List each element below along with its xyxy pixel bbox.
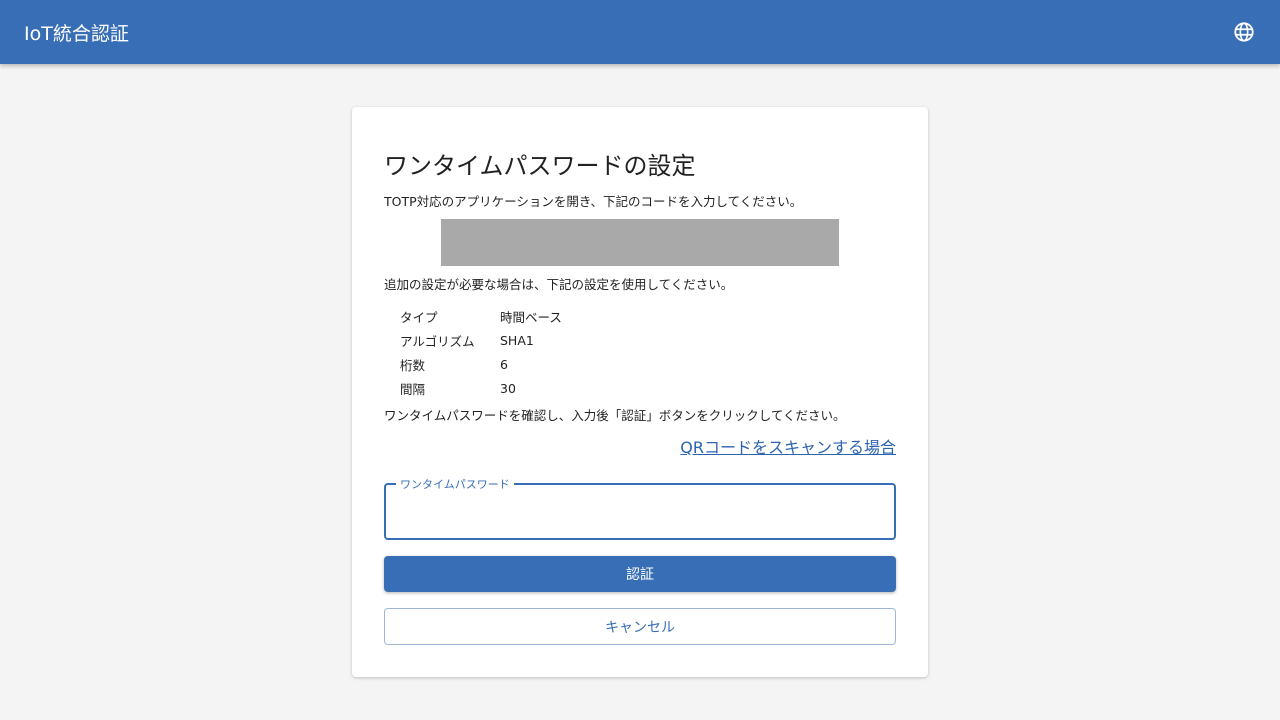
settings-key: 桁数 bbox=[400, 357, 426, 373]
otp-input[interactable] bbox=[386, 485, 894, 538]
otp-field: ワンタイムパスワード bbox=[384, 476, 896, 540]
instruction-open-app: TOTP対応のアプリケーションを開き、下記のコードを入力してください。 bbox=[384, 194, 803, 209]
settings-row-algorithm: アルゴリズム SHA1 bbox=[400, 328, 562, 352]
authenticate-button[interactable]: 認証 bbox=[384, 556, 896, 592]
settings-row-type: タイプ 時間ベース bbox=[400, 304, 562, 328]
settings-value: 時間ベース bbox=[500, 309, 562, 325]
cancel-button[interactable]: キャンセル bbox=[384, 608, 896, 645]
instruction-additional-settings: 追加の設定が必要な場合は、下記の設定を使用してください。 bbox=[384, 277, 734, 292]
settings-key: 間隔 bbox=[400, 381, 426, 397]
app-bar: IoT統合認証 bbox=[0, 0, 1280, 64]
settings-key: アルゴリズム bbox=[400, 333, 475, 349]
instruction-confirm: ワンタイムパスワードを確認し、入力後「認証」ボタンをクリックしてください。 bbox=[384, 408, 846, 423]
settings-row-interval: 間隔 30 bbox=[400, 376, 562, 400]
settings-value: SHA1 bbox=[500, 332, 534, 348]
app-title: IoT統合認証 bbox=[24, 22, 129, 45]
otp-setup-card: ワンタイムパスワードの設定 TOTP対応のアプリケーションを開き、下記のコードを… bbox=[352, 107, 928, 677]
qr-scan-link[interactable]: QRコードをスキャンする場合 bbox=[680, 434, 896, 458]
settings-key: タイプ bbox=[400, 309, 438, 325]
page-title: ワンタイムパスワードの設定 bbox=[384, 152, 696, 180]
language-button[interactable] bbox=[1224, 12, 1264, 52]
globe-icon bbox=[1234, 22, 1254, 42]
totp-settings-list: タイプ 時間ベース アルゴリズム SHA1 桁数 6 間隔 30 bbox=[400, 304, 562, 400]
settings-value: 6 bbox=[500, 356, 508, 372]
secret-code-masked bbox=[441, 219, 839, 266]
settings-row-digits: 桁数 6 bbox=[400, 352, 562, 376]
settings-value: 30 bbox=[500, 380, 516, 396]
